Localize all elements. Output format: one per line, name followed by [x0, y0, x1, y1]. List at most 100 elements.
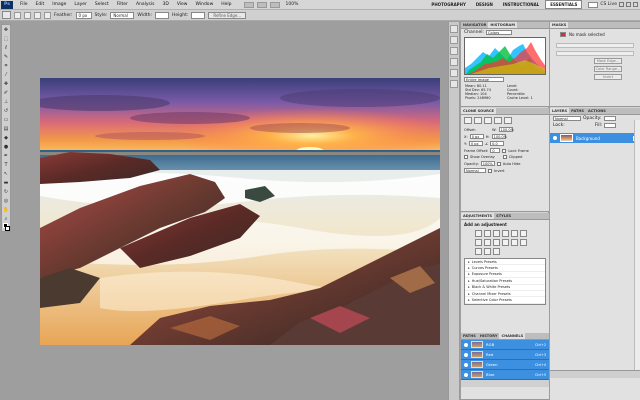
search-icon[interactable] — [588, 1, 599, 8]
auto-hide-checkbox[interactable] — [496, 161, 501, 166]
tab-styles[interactable]: STYLES — [494, 213, 513, 219]
marquee-tool-preset-icon[interactable] — [2, 11, 11, 19]
workspace-design[interactable]: DESIGN — [472, 1, 497, 8]
menu-edit[interactable]: Edit — [32, 2, 49, 7]
invert-icon[interactable] — [511, 239, 518, 246]
history-brush-tool-icon[interactable]: ↺ — [2, 107, 10, 115]
source-select[interactable]: Entire Image — [464, 77, 504, 82]
color-balance-icon[interactable] — [475, 239, 482, 246]
quick-select-tool-icon[interactable]: ✎ — [2, 53, 10, 61]
workspace-instructional[interactable]: INSTRUCTIONAL — [499, 1, 543, 8]
channel-mixer-icon[interactable] — [502, 239, 509, 246]
hue-saturation-icon[interactable] — [520, 230, 527, 237]
workspace-photography[interactable]: PHOTOGRAPHY — [427, 1, 469, 8]
add-selection-icon[interactable] — [24, 11, 31, 19]
tab-adjustments[interactable]: ADJUSTMENTS — [461, 213, 495, 219]
intersect-selection-icon[interactable] — [44, 11, 51, 19]
zoom-tool-icon[interactable]: ⌕ — [2, 215, 10, 223]
channel-row-green[interactable]: Green Ctrl+4 — [461, 360, 549, 370]
visibility-eye-icon[interactable] — [464, 342, 468, 347]
clone-source-4-icon[interactable] — [494, 117, 502, 124]
feather-input[interactable]: 0 px — [75, 11, 92, 19]
crop-tool-icon[interactable]: ⌗ — [2, 62, 10, 70]
tab-histogram[interactable]: HISTOGRAM — [488, 22, 517, 28]
healing-brush-tool-icon[interactable]: ✚ — [2, 80, 10, 88]
cs-live[interactable]: CS Live — [588, 1, 617, 8]
tab-paths[interactable]: PATHS — [569, 108, 586, 114]
opacity-input[interactable]: 100% — [480, 161, 495, 166]
layer-fill-input[interactable] — [604, 123, 617, 128]
show-overlay-checkbox[interactable] — [464, 155, 468, 159]
new-selection-icon[interactable] — [14, 11, 21, 19]
invert-mask-button[interactable]: Invert — [594, 74, 622, 80]
layer-blend-mode-select[interactable]: Normal — [553, 116, 581, 121]
layer-opacity-input[interactable] — [603, 116, 616, 121]
blend-mode-select[interactable]: Normal — [464, 168, 486, 173]
channel-row-rgb[interactable]: RGB Ctrl+2 — [461, 340, 549, 350]
hand-icon[interactable] — [269, 1, 280, 8]
width-scale-input[interactable]: 100.0% — [498, 127, 514, 132]
selective-color-icon[interactable] — [493, 248, 500, 255]
lock-frame-checkbox[interactable] — [502, 148, 507, 153]
height-input[interactable] — [191, 11, 206, 19]
angle-input[interactable]: 0.0 — [490, 141, 505, 146]
levels-icon[interactable] — [484, 230, 491, 237]
refine-edge-button[interactable]: Refine Edge... — [208, 11, 247, 19]
layer-row-background[interactable]: Background — [550, 133, 640, 143]
blur-tool-icon[interactable]: ◆ — [2, 134, 10, 142]
height-scale-input[interactable]: 100.0% — [491, 134, 507, 139]
zoom-level[interactable]: 100% — [286, 2, 299, 7]
subtract-selection-icon[interactable] — [34, 11, 41, 19]
swatches-panel-icon[interactable] — [450, 58, 458, 66]
layers-scrollbar[interactable] — [634, 120, 640, 378]
workspace-essentials[interactable]: ESSENTIALS — [545, 0, 583, 9]
clone-source-3-icon[interactable] — [484, 117, 492, 124]
tab-history[interactable]: HISTORY — [478, 333, 500, 339]
gradient-tool-icon[interactable]: ▤ — [2, 125, 10, 133]
width-input[interactable] — [154, 11, 169, 19]
menu-select[interactable]: Select — [91, 2, 113, 7]
bridge-icon[interactable] — [243, 1, 254, 8]
invert-checkbox[interactable] — [488, 168, 492, 173]
document-canvas[interactable] — [40, 78, 440, 345]
visibility-eye-icon[interactable] — [464, 362, 468, 367]
tab-clone-source[interactable]: CLONE SOURCE — [461, 108, 496, 114]
visibility-eye-icon[interactable] — [464, 372, 468, 377]
mask-edge-button[interactable]: Mask Edge... — [594, 58, 622, 64]
preset-selective-color[interactable]: Selective Color Presets — [465, 297, 545, 304]
mask-density-slider[interactable] — [556, 43, 634, 48]
character-panel-icon[interactable] — [450, 80, 458, 88]
brushes-panel-icon[interactable] — [450, 69, 458, 77]
x-offset-input[interactable]: 0 px — [469, 134, 484, 139]
visibility-eye-icon[interactable] — [553, 136, 557, 140]
color-range-button[interactable]: Color Range... — [594, 66, 622, 72]
tab-masks[interactable]: MASKS — [550, 22, 569, 28]
clone-stamp-tool-icon[interactable]: ⊥ — [2, 98, 10, 106]
info-panel-icon[interactable] — [450, 36, 458, 44]
marquee-tool-icon[interactable]: ⬚ — [2, 35, 10, 43]
tab-navigator[interactable]: NAVIGATOR — [461, 22, 488, 28]
menu-analysis[interactable]: Analysis — [132, 2, 159, 7]
3d-orbit-tool-icon[interactable]: ◎ — [2, 197, 10, 205]
menu-file[interactable]: File — [16, 2, 32, 7]
menu-window[interactable]: Window — [192, 2, 218, 7]
mask-feather-slider[interactable] — [556, 51, 634, 56]
3d-rotate-tool-icon[interactable]: ↻ — [2, 188, 10, 196]
visibility-eye-icon[interactable] — [464, 352, 468, 357]
eyedropper-tool-icon[interactable]: ⁄ — [2, 71, 10, 79]
dodge-tool-icon[interactable]: ● — [2, 143, 10, 151]
menu-image[interactable]: Image — [48, 2, 70, 7]
vibrance-icon[interactable] — [511, 230, 518, 237]
menu-layer[interactable]: Layer — [70, 2, 91, 7]
frame-offset-input[interactable]: 0 — [490, 148, 501, 153]
channel-select[interactable]: Colors — [486, 30, 512, 35]
hand-tool-icon[interactable]: ✋ — [2, 206, 10, 214]
tab-paths[interactable]: PATHS — [461, 333, 478, 339]
exposure-icon[interactable] — [502, 230, 509, 237]
clipped-checkbox[interactable] — [502, 155, 507, 159]
color-panel-icon[interactable] — [450, 47, 458, 55]
gradient-map-icon[interactable] — [484, 248, 491, 255]
background-color-swatch[interactable] — [5, 226, 10, 231]
mini-bridge-icon[interactable] — [256, 1, 267, 8]
menu-help[interactable]: Help — [217, 2, 235, 7]
